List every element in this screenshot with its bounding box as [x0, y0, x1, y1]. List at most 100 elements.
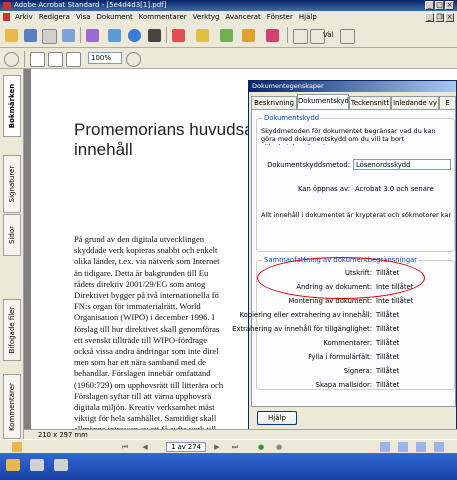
restriction-value: Tillåtet	[376, 367, 400, 375]
restriction-label: Kommentarer:	[323, 339, 372, 347]
dialog-tabs: Beskrivning Dokumentskydd Teckensnitt In…	[251, 94, 456, 109]
tab-attachments[interactable]: Bifogade filer	[3, 299, 21, 361]
tab-more[interactable]: E	[439, 96, 456, 109]
tab-initial-view[interactable]: Inledande vy	[391, 96, 439, 109]
menu-kommentarer[interactable]: Kommentarer	[136, 11, 190, 23]
document-icon	[3, 13, 10, 21]
restriction-label: Skapa mallsidor:	[315, 381, 372, 389]
hand-tool-icon[interactable]	[293, 29, 308, 44]
tab-pages-label: Sidor	[8, 226, 16, 244]
sign-icon[interactable]	[220, 29, 233, 42]
restriction-value: Tillåtet	[376, 311, 400, 319]
status-bar: ⏮ ◀ 1 av 274 ▶ ⏭ ● ●	[0, 439, 457, 480]
security-group: Dokumentskydd Skyddmetoden för dokumente…	[256, 114, 455, 252]
restriction-value: Inte tillåtet	[376, 297, 414, 305]
last-page-icon[interactable]: ⏭	[230, 442, 240, 452]
select-text-label[interactable]: Väl	[323, 31, 333, 39]
secure-icon[interactable]	[196, 29, 209, 42]
taskbar-app-icon[interactable]	[30, 459, 44, 471]
tab-attachments-label: Bifogade filer	[8, 306, 16, 354]
tab-signatures[interactable]: Signaturer	[3, 155, 21, 213]
continuous-icon[interactable]	[398, 442, 408, 452]
menu-visa[interactable]: Visa	[73, 11, 94, 23]
method-label: Dokumentskyddsmetod:	[267, 161, 350, 169]
security-method-select[interactable]: Lösenordsskydd	[353, 159, 451, 170]
menu-fonster[interactable]: Fönster	[264, 11, 296, 23]
restriction-value: Tillåtet	[376, 339, 400, 347]
previous-page-icon[interactable]: ◀	[140, 442, 150, 452]
web-capture-icon[interactable]	[128, 29, 141, 42]
fit-page-icon[interactable]	[48, 52, 63, 67]
single-page-icon[interactable]	[380, 442, 390, 452]
menu-arkiv[interactable]: Arkiv	[12, 11, 36, 23]
actual-size-icon[interactable]	[30, 52, 45, 67]
doc-close-button[interactable]: ×	[445, 13, 454, 22]
forward-view-icon[interactable]: ●	[274, 442, 284, 452]
menu-hjalp[interactable]: Hjälp	[296, 11, 320, 23]
restriction-label: Extrahering av innehåll för tillgängligh…	[232, 325, 372, 333]
restriction-value: Tillåtet	[376, 353, 400, 361]
facing-icon[interactable]	[416, 442, 426, 452]
taskbar	[0, 453, 457, 480]
tab-pages[interactable]: Sidor	[3, 214, 21, 256]
tab-description[interactable]: Beskrivning	[251, 96, 297, 109]
tab-signatures-label: Signaturer	[8, 165, 16, 203]
acrobat-app-icon	[3, 2, 11, 9]
minimize-button[interactable]: _	[425, 1, 434, 10]
tab-fonts[interactable]: Teckensnitt	[349, 96, 391, 109]
menu-verktyg[interactable]: Verktyg	[190, 11, 223, 23]
toolbar-separator	[24, 51, 25, 67]
zoom-toolbar: 100%	[0, 48, 457, 69]
page-indicator[interactable]: 1 av 274	[166, 442, 206, 452]
restriction-label: Fylla i formulärfält:	[308, 353, 372, 361]
snapshot-icon[interactable]	[340, 29, 355, 44]
taskbar-start-icon[interactable]	[6, 459, 20, 471]
tab-bookmarks-label: Bokmärken	[8, 83, 16, 129]
menu-bar: Arkiv Redigera Visa Dokument Kommentarer Verk…	[0, 11, 457, 23]
doc-restore-button[interactable]: ❐	[435, 13, 444, 22]
taskbar-app-icon[interactable]	[54, 459, 68, 471]
security-description: Skyddmetoden för dokumentet begränsar va…	[261, 127, 436, 145]
highlight-ellipse	[257, 257, 425, 299]
fit-width-icon[interactable]	[66, 52, 81, 67]
navigation-panel: Bokmärken Signaturer Sidor Bifogade file…	[0, 69, 24, 466]
close-button[interactable]: ×	[445, 1, 454, 10]
email-icon[interactable]	[62, 29, 75, 42]
next-page-icon[interactable]: ▶	[212, 442, 222, 452]
tab-bookmarks[interactable]: Bokmärken	[3, 75, 21, 137]
combine-icon[interactable]	[108, 29, 121, 42]
menu-avancerat[interactable]: Avancerat	[222, 11, 263, 23]
zoom-in-tool-icon[interactable]	[4, 52, 19, 67]
continuous-facing-icon[interactable]	[434, 442, 444, 452]
status-icon	[12, 442, 22, 452]
title-bar: Adobe Acrobat Standard - [5e4d4d3[1].pdf…	[0, 0, 457, 11]
zoom-plus-icon[interactable]	[126, 52, 141, 67]
page-navigation: ⏮ ◀ 1 av 274 ▶ ⏭ ● ●	[0, 439, 457, 454]
find-binoculars-icon[interactable]	[148, 29, 161, 42]
zoom-input[interactable]: 100%	[88, 52, 122, 64]
restriction-value: Tillåtet	[376, 381, 400, 389]
menu-redigera[interactable]: Redigera	[36, 11, 73, 23]
opens-value: Acrobat 3.0 och senare	[355, 185, 434, 193]
menu-dokument[interactable]: Dokument	[94, 11, 136, 23]
main-toolbar: Väl	[0, 23, 457, 48]
maximize-button[interactable]: □	[435, 1, 444, 10]
open-folder-icon[interactable]	[5, 29, 18, 42]
create-pdf-icon[interactable]	[86, 29, 99, 42]
security-group-label: Dokumentskydd	[263, 114, 321, 122]
tab-security[interactable]: Dokumentskydd	[297, 94, 349, 109]
tab-comments[interactable]: Kommentarer	[3, 374, 21, 439]
print-icon[interactable]	[42, 29, 57, 44]
help-button[interactable]: Hjälp	[257, 411, 297, 425]
forms-icon[interactable]	[242, 29, 255, 42]
save-icon[interactable]	[24, 29, 37, 42]
document-properties-dialog: Dokumentegenskaper Beskrivning Dokuments…	[232, 80, 457, 435]
dialog-title: Dokumentegenskaper	[249, 81, 456, 92]
back-view-icon[interactable]: ●	[256, 442, 266, 452]
export-icon[interactable]	[172, 29, 185, 42]
opens-label: Kan öppnas av:	[297, 185, 350, 193]
comment-pen-icon[interactable]	[266, 29, 279, 42]
doc-minimize-button[interactable]: _	[425, 13, 434, 22]
first-page-icon[interactable]: ⏮	[120, 442, 130, 452]
window-title: Adobe Acrobat Standard - [5e4d4d3[1].pdf…	[14, 1, 167, 9]
